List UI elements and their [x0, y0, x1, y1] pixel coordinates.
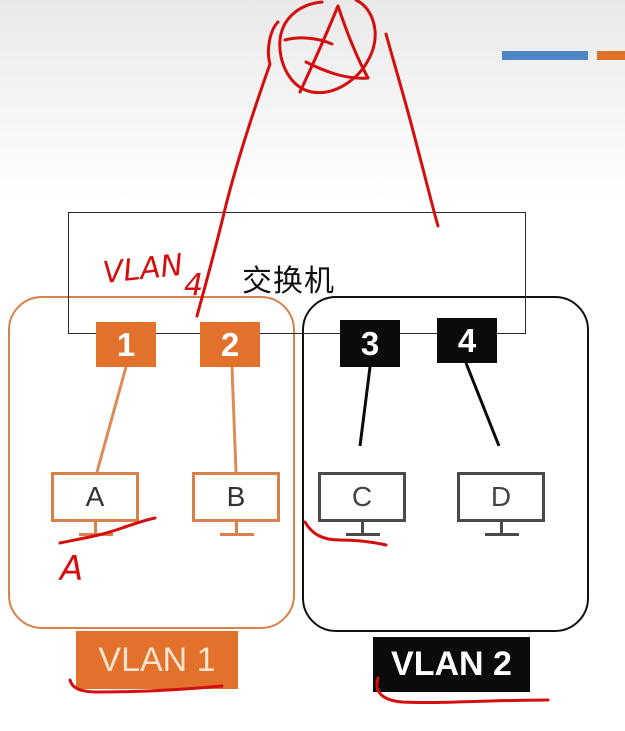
- underline-vlan2: [375, 676, 550, 705]
- annotation-strokes: [58, 0, 550, 705]
- underline-host-c: [303, 520, 388, 547]
- handwritten-vlan-text: VLAN: [101, 248, 184, 291]
- handwritten-annotations: VLAN 4 A: [58, 0, 550, 705]
- underline-host-a: [58, 516, 157, 545]
- underline-vlan1: [68, 678, 224, 694]
- wire-right: [384, 32, 440, 228]
- top-scribble-letter: [283, 4, 370, 94]
- handwritten-vlan-number: 4: [184, 268, 203, 303]
- handwritten-host-a: A: [58, 549, 83, 589]
- wire-left: [195, 20, 280, 318]
